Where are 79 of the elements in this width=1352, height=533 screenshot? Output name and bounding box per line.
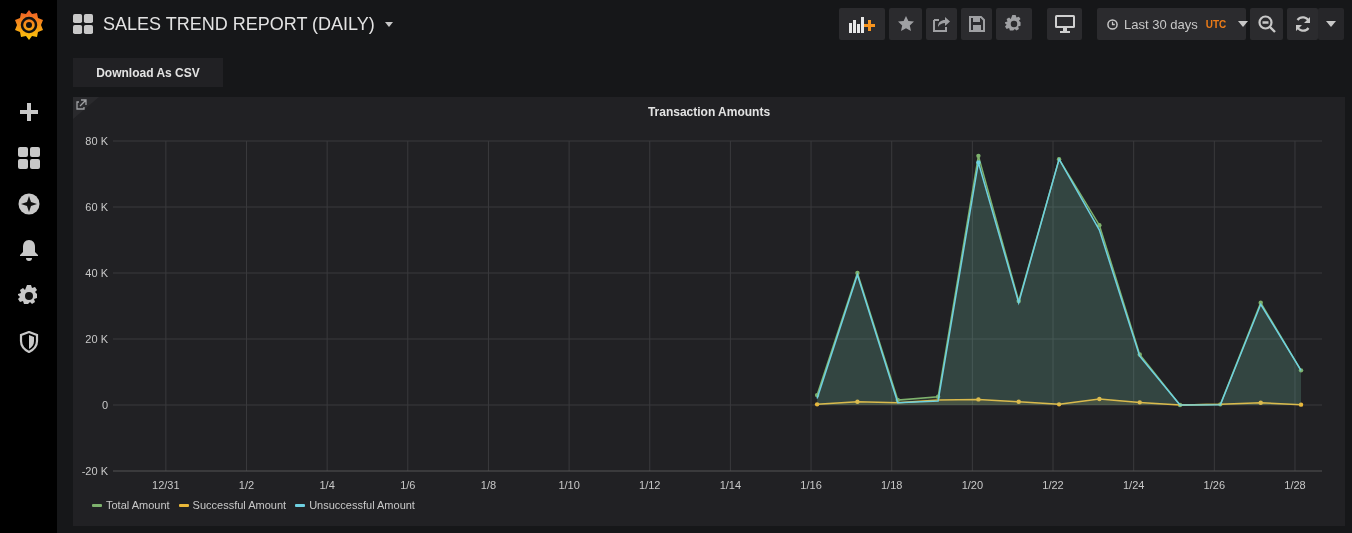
x-tick-label: 1/14 <box>719 479 742 491</box>
plus-icon[interactable] <box>18 102 39 122</box>
refresh-icon <box>1293 15 1312 33</box>
data-point <box>1137 400 1142 405</box>
panel-title: Transaction Amounts <box>646 104 772 121</box>
dashboard-title[interactable]: SALES TREND REPORT (DAILY) <box>73 13 393 35</box>
data-point <box>1056 402 1062 407</box>
data-point <box>1258 400 1263 405</box>
refresh-interval-button[interactable] <box>1318 8 1344 40</box>
grid-icon <box>73 14 93 34</box>
add-panel-button[interactable] <box>839 8 885 40</box>
x-tick-label: 1/16 <box>800 479 822 491</box>
x-tick-label: 1/20 <box>961 479 984 491</box>
settings-icon <box>1005 15 1023 33</box>
legend-label[interactable]: Successful Amount <box>192 499 287 511</box>
shield-icon[interactable] <box>18 331 39 353</box>
x-tick-label: 1/22 <box>1042 479 1064 491</box>
data-point <box>895 397 900 403</box>
download-csv-button[interactable]: Download As CSV <box>73 58 223 87</box>
y-tick-label: 40 K <box>85 267 108 279</box>
save-icon <box>968 16 985 32</box>
x-tick-label: 1/4 <box>319 479 335 491</box>
x-tick-label: 1/10 <box>558 479 580 491</box>
panel-link-icon[interactable] <box>73 97 99 119</box>
star-icon <box>897 16 914 32</box>
time-picker[interactable]: Last 30 days UTC <box>1097 8 1246 40</box>
settings-icon[interactable] <box>17 285 40 307</box>
data-point <box>1298 402 1304 407</box>
caret-icon <box>384 21 393 27</box>
grid-icon[interactable] <box>17 147 40 169</box>
data-point <box>1097 396 1102 402</box>
x-tick-label: 1/8 <box>480 479 497 491</box>
bell-icon[interactable] <box>18 239 39 261</box>
share-icon <box>933 16 950 32</box>
data-point <box>976 397 981 402</box>
data-point <box>814 402 820 407</box>
data-point <box>1298 368 1304 373</box>
clock-icon <box>1107 18 1118 30</box>
data-point <box>1016 399 1021 404</box>
share-button[interactable] <box>926 8 957 40</box>
y-tick-label: -20 K <box>81 465 108 477</box>
zoom-out-icon <box>1257 15 1276 33</box>
monitor-icon <box>1054 15 1075 33</box>
x-tick-label: 1/12 <box>639 479 661 491</box>
x-tick-label: 1/2 <box>238 479 255 491</box>
data-point <box>935 394 941 399</box>
data-point <box>1137 352 1142 357</box>
y-tick-label: 20 K <box>85 333 108 345</box>
legend-label[interactable]: Unsuccessful Amount <box>309 499 415 511</box>
x-tick-label: 1/28 <box>1284 479 1306 491</box>
star-button[interactable] <box>889 8 922 40</box>
data-point <box>1056 156 1062 162</box>
view-mode-button[interactable] <box>1047 8 1082 40</box>
y-tick-label: 60 K <box>85 201 108 213</box>
data-point <box>1177 402 1183 408</box>
x-tick-label: 1/18 <box>881 479 903 491</box>
data-point <box>1218 402 1223 407</box>
legend-label[interactable]: Total Amount <box>106 499 170 511</box>
data-point <box>1097 222 1102 228</box>
data-point <box>814 392 820 398</box>
data-point <box>855 399 860 404</box>
data-point <box>855 270 860 276</box>
caret-icon <box>1238 21 1249 27</box>
zoom-out-button[interactable] <box>1250 8 1283 40</box>
y-tick-label: 80 K <box>85 135 108 147</box>
x-tick-label: 1/6 <box>400 479 416 491</box>
y-tick-label: 0 <box>101 399 108 411</box>
data-point <box>1258 300 1263 305</box>
x-tick-label: 1/26 <box>1203 479 1226 491</box>
caret-icon <box>1326 21 1336 27</box>
compass-icon[interactable] <box>17 193 40 215</box>
data-point <box>1016 298 1021 304</box>
settings-button[interactable] <box>996 8 1032 40</box>
add-panel-icon <box>849 15 875 33</box>
save-button[interactable] <box>961 8 992 40</box>
spiral-logo-icon[interactable] <box>13 9 44 41</box>
refresh-button[interactable] <box>1287 8 1318 40</box>
x-tick-label: 12/31 <box>152 479 180 491</box>
x-tick-label: 1/24 <box>1122 479 1145 491</box>
